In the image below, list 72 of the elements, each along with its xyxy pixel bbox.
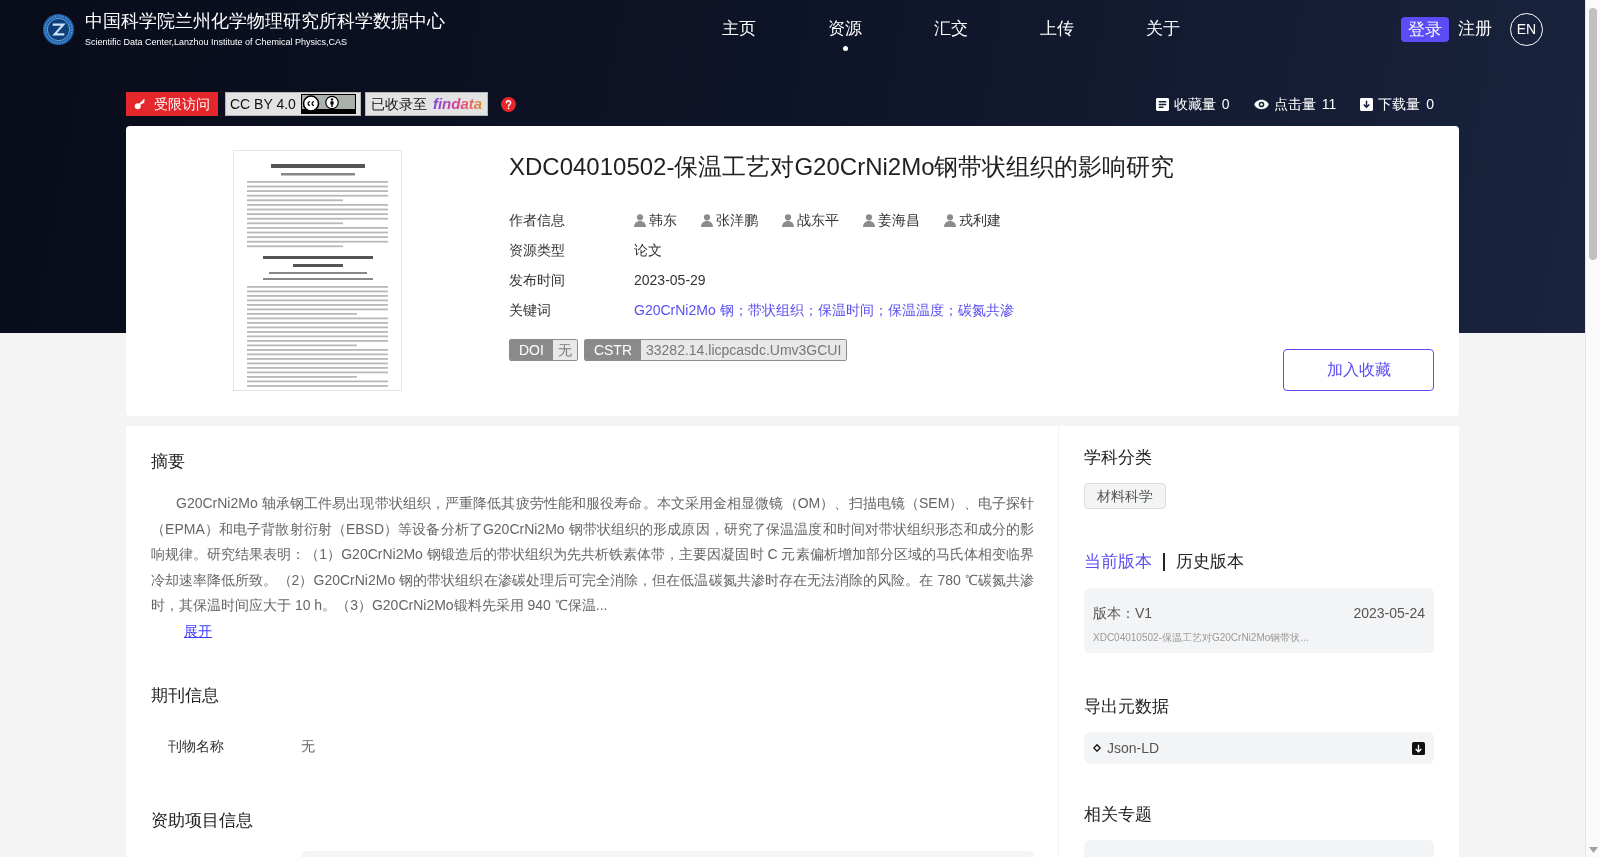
identifier-label: DOI <box>510 340 553 360</box>
version-tab[interactable]: 历史版本 <box>1175 550 1244 574</box>
resource-title: XDC04010502-保温工艺对G20CrNi2Mo钢带状组织的影响研究 <box>509 152 1176 182</box>
indexed-label: 已收录至 <box>370 95 427 114</box>
section-heading: 学科分类 <box>1084 447 1153 469</box>
list-icon <box>1155 97 1169 111</box>
field-label: 作者信息 <box>509 211 566 230</box>
field-label: 关键词 <box>509 301 552 320</box>
version-title: XDC04010502-保温工艺对G20CrNi2Mo钢带状... <box>1093 631 1310 645</box>
person-icon <box>944 213 956 227</box>
person-icon <box>782 213 794 227</box>
stat-label: 点击量 <box>1273 95 1316 114</box>
section-heading: 资助项目信息 <box>151 809 254 832</box>
site-title: 中国科学院兰州化学物理研究所科学数据中心 <box>85 10 445 32</box>
help-icon[interactable] <box>501 96 517 112</box>
expand-link[interactable]: 展开 <box>184 622 212 639</box>
version-date: 2023-05-24 <box>1353 604 1425 623</box>
emblem-logo[interactable] <box>43 13 74 45</box>
section-heading: 相关专题 <box>1084 804 1153 826</box>
nav-link[interactable]: 主页 <box>722 18 756 40</box>
license-label: CC BY 4.0 <box>230 95 296 114</box>
cc-by-icon <box>300 94 356 114</box>
stat-label: 下载量 <box>1378 95 1421 114</box>
section-heading: 导出元数据 <box>1084 696 1170 718</box>
author-name: 戎利建 <box>959 211 1001 230</box>
person-icon <box>863 213 875 227</box>
download-icon[interactable] <box>1412 741 1425 755</box>
field-value: 2023-05-29 <box>634 271 706 290</box>
key-icon <box>134 98 146 110</box>
license-badge[interactable]: CC BY 4.0 <box>225 92 361 116</box>
stat-label: 收藏量 <box>1173 95 1216 114</box>
nav-link[interactable]: 上传 <box>1040 18 1074 40</box>
diamond-icon <box>1093 744 1101 752</box>
field-label: 资源类型 <box>509 241 566 260</box>
identifier-label: CSTR <box>584 340 641 360</box>
author-name: 姜海昌 <box>878 211 920 230</box>
register-link[interactable]: 注册 <box>1458 18 1492 40</box>
field-label: 发布时间 <box>509 271 566 290</box>
identifier-value: 33282.14.licpcasdc.Umv3GCUI <box>641 340 847 360</box>
nav-link[interactable]: 汇交 <box>934 18 968 40</box>
field-value: 无 <box>301 736 315 756</box>
author-name: 韩东 <box>649 211 677 230</box>
version-label: 版本：V1 <box>1093 604 1153 623</box>
version-card[interactable]: 版本：V1 2023-05-24 XDC04010502-保温工艺对G20CrNi2Mo钢带状... <box>1084 588 1434 653</box>
restricted-access-badge[interactable]: 受限访问 <box>126 92 218 116</box>
field-label: 刊物名称 <box>168 736 225 756</box>
download-icon <box>1360 97 1374 111</box>
author-name: 张洋鹏 <box>716 211 758 230</box>
author-name: 战东平 <box>797 211 839 230</box>
stat-count: 0 <box>1426 95 1434 114</box>
identifier-value: 无 <box>552 340 577 360</box>
nav-link[interactable]: 资源 <box>828 18 862 51</box>
person-icon <box>634 213 646 227</box>
section-heading: 摘要 <box>151 451 186 473</box>
add-to-favorites-button[interactable]: 加入收藏 <box>1283 349 1434 391</box>
version-tab[interactable]: 当前版本 <box>1084 550 1152 574</box>
abstract-text: G20CrNi2Mo 轴承钢工件易出现带状组织，严重降低其疲劳性能和服役寿命。本文采用金相显微镜（OM）、扫描电镜（SEM）、电子探针（EPMA）和电子背散射衍射（EBSD）等设备分析了G20CrNi2Mo 钢带状组织的形成原因，研究了保温温度和时间对带状组织形态和成分的影响规律。研究结果表明：（1）G20CrNi2Mo 钢锻造后的带状组织为先共析铁素体带，主要因凝固时 C 元素偏析增加部分区域的马氏体相变临界冷却速率降低所致。（2）G20CrNi2Mo 钢的带状组织在渗碳处理后可完全消除，但在低温碳氮共渗时存在无法消除的风险。在 780 ℃碳氮共渗时，其保温时间应大于 10 h。（3）G20CrNi2Mo锻料先采用 940 ℃保温... <box>151 494 1034 615</box>
indexed-in-badge[interactable]: 已收录至 findata <box>364 92 489 116</box>
scrollbar-thumb[interactable] <box>1589 8 1597 260</box>
person-icon <box>701 213 713 227</box>
format-label: Json-LD <box>1107 739 1160 758</box>
site-subtitle: Scientific Data Center,Lanzhou Institute of Chemical Physics,CAS <box>85 36 349 48</box>
login-button[interactable]: 登录 <box>1401 16 1449 42</box>
subject-tag[interactable]: 材料科学 <box>1084 483 1166 509</box>
field-value: 论文 <box>634 241 662 260</box>
section-heading: 期刊信息 <box>151 684 220 707</box>
eye-icon <box>1253 98 1269 110</box>
stat-count: 11 <box>1321 95 1337 114</box>
stat-count: 0 <box>1221 95 1230 114</box>
export-format-item[interactable]: Json-LD <box>1084 732 1434 764</box>
keywords-link[interactable]: G20CrNi2Mo 钢；带状组织；保温时间；保温温度；碳氮共渗 <box>634 300 1014 320</box>
nav-link[interactable]: 关于 <box>1146 18 1180 40</box>
